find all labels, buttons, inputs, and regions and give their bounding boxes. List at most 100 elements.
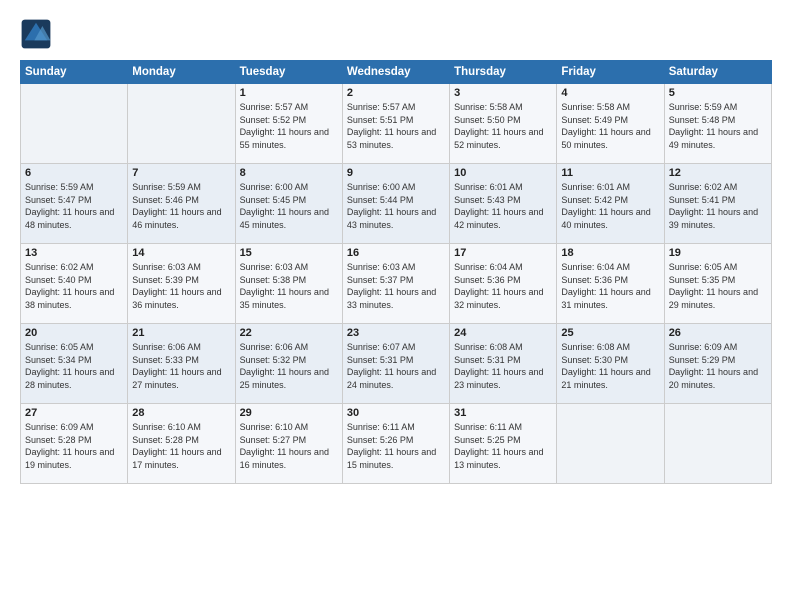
day-cell: 31 Sunrise: 6:11 AM Sunset: 5:25 PM Dayli… xyxy=(450,404,557,484)
day-cell: 23Sunrise: 6:07 AM Sunset: 5:31 PM Dayli… xyxy=(342,324,449,404)
day-cell xyxy=(557,404,664,484)
logo xyxy=(20,18,56,50)
logo-icon xyxy=(20,18,52,50)
day-number: 19 xyxy=(669,247,767,259)
day-cell: 26 Sunrise: 6:09 AM Sunset: 5:29 PM Dayli… xyxy=(664,324,771,404)
day-number: 25 xyxy=(561,327,659,339)
day-info: Sunrise: 5:58 AM Sunset: 5:50 PM Dayligh… xyxy=(454,101,552,151)
col-header-thursday: Thursday xyxy=(450,61,557,84)
day-cell: 22Sunrise: 6:06 AM Sunset: 5:32 PM Dayli… xyxy=(235,324,342,404)
day-cell: 19 Sunrise: 6:05 AM Sunset: 5:35 PM Dayli… xyxy=(664,244,771,324)
day-info: Sunrise: 6:01 AM Sunset: 5:43 PM Dayligh… xyxy=(454,181,552,231)
page: SundayMondayTuesdayWednesdayThursdayFrid… xyxy=(0,0,792,612)
day-info: Sunrise: 6:06 AM Sunset: 5:33 PM Dayligh… xyxy=(132,341,230,391)
week-row-5: 27 Sunrise: 6:09 AM Sunset: 5:28 PM Dayli… xyxy=(21,404,772,484)
header xyxy=(20,18,772,50)
col-header-sunday: Sunday xyxy=(21,61,128,84)
day-number: 11 xyxy=(561,167,659,179)
day-info: Sunrise: 6:03 AM Sunset: 5:38 PM Dayligh… xyxy=(240,261,338,311)
day-number: 26 xyxy=(669,327,767,339)
day-number: 7 xyxy=(132,167,230,179)
day-number: 16 xyxy=(347,247,445,259)
day-cell xyxy=(128,84,235,164)
day-cell: 6Sunrise: 5:59 AM Sunset: 5:47 PM Daylig… xyxy=(21,164,128,244)
day-info: Sunrise: 6:00 AM Sunset: 5:45 PM Dayligh… xyxy=(240,181,338,231)
day-cell: 14Sunrise: 6:03 AM Sunset: 5:39 PM Dayli… xyxy=(128,244,235,324)
day-cell: 16 Sunrise: 6:03 AM Sunset: 5:37 PM Dayli… xyxy=(342,244,449,324)
day-number: 21 xyxy=(132,327,230,339)
day-number: 17 xyxy=(454,247,552,259)
day-cell: 9Sunrise: 6:00 AM Sunset: 5:44 PM Daylig… xyxy=(342,164,449,244)
day-info: Sunrise: 6:11 AM Sunset: 5:26 PM Dayligh… xyxy=(347,421,445,471)
day-number: 3 xyxy=(454,87,552,99)
day-number: 5 xyxy=(669,87,767,99)
day-info: Sunrise: 6:02 AM Sunset: 5:40 PM Dayligh… xyxy=(25,261,123,311)
day-cell: 1 Sunrise: 5:57 AM Sunset: 5:52 PM Daylig… xyxy=(235,84,342,164)
day-cell: 20 Sunrise: 6:05 AM Sunset: 5:34 PM Dayli… xyxy=(21,324,128,404)
col-header-wednesday: Wednesday xyxy=(342,61,449,84)
week-row-3: 13 Sunrise: 6:02 AM Sunset: 5:40 PM Dayli… xyxy=(21,244,772,324)
day-number: 28 xyxy=(132,407,230,419)
day-info: Sunrise: 6:03 AM Sunset: 5:37 PM Dayligh… xyxy=(347,261,445,311)
day-cell xyxy=(664,404,771,484)
day-cell: 11 Sunrise: 6:01 AM Sunset: 5:42 PM Dayli… xyxy=(557,164,664,244)
day-cell: 30 Sunrise: 6:11 AM Sunset: 5:26 PM Dayli… xyxy=(342,404,449,484)
day-info: Sunrise: 6:01 AM Sunset: 5:42 PM Dayligh… xyxy=(561,181,659,231)
day-cell: 5 Sunrise: 5:59 AM Sunset: 5:48 PM Daylig… xyxy=(664,84,771,164)
day-info: Sunrise: 6:07 AM Sunset: 5:31 PM Dayligh… xyxy=(347,341,445,391)
calendar-table: SundayMondayTuesdayWednesdayThursdayFrid… xyxy=(20,60,772,484)
day-cell: 18Sunrise: 6:04 AM Sunset: 5:36 PM Dayli… xyxy=(557,244,664,324)
day-cell xyxy=(21,84,128,164)
day-cell: 7 Sunrise: 5:59 AM Sunset: 5:46 PM Daylig… xyxy=(128,164,235,244)
day-cell: 10 Sunrise: 6:01 AM Sunset: 5:43 PM Dayli… xyxy=(450,164,557,244)
day-info: Sunrise: 5:57 AM Sunset: 5:52 PM Dayligh… xyxy=(240,101,338,151)
col-header-monday: Monday xyxy=(128,61,235,84)
day-info: Sunrise: 5:58 AM Sunset: 5:49 PM Dayligh… xyxy=(561,101,659,151)
day-number: 13 xyxy=(25,247,123,259)
day-number: 30 xyxy=(347,407,445,419)
day-number: 14 xyxy=(132,247,230,259)
day-cell: 12 Sunrise: 6:02 AM Sunset: 5:41 PM Dayli… xyxy=(664,164,771,244)
day-cell: 17 Sunrise: 6:04 AM Sunset: 5:36 PM Dayli… xyxy=(450,244,557,324)
day-number: 12 xyxy=(669,167,767,179)
week-row-1: 1 Sunrise: 5:57 AM Sunset: 5:52 PM Daylig… xyxy=(21,84,772,164)
day-info: Sunrise: 6:05 AM Sunset: 5:34 PM Dayligh… xyxy=(25,341,123,391)
day-cell: 25 Sunrise: 6:08 AM Sunset: 5:30 PM Dayli… xyxy=(557,324,664,404)
day-cell: 15Sunrise: 6:03 AM Sunset: 5:38 PM Dayli… xyxy=(235,244,342,324)
day-number: 24 xyxy=(454,327,552,339)
day-cell: 28 Sunrise: 6:10 AM Sunset: 5:28 PM Dayli… xyxy=(128,404,235,484)
day-cell: 4Sunrise: 5:58 AM Sunset: 5:49 PM Daylig… xyxy=(557,84,664,164)
day-number: 22 xyxy=(240,327,338,339)
day-cell: 3 Sunrise: 5:58 AM Sunset: 5:50 PM Daylig… xyxy=(450,84,557,164)
day-number: 20 xyxy=(25,327,123,339)
day-info: Sunrise: 6:00 AM Sunset: 5:44 PM Dayligh… xyxy=(347,181,445,231)
day-number: 18 xyxy=(561,247,659,259)
day-cell: 2 Sunrise: 5:57 AM Sunset: 5:51 PM Daylig… xyxy=(342,84,449,164)
col-header-friday: Friday xyxy=(557,61,664,84)
day-info: Sunrise: 6:08 AM Sunset: 5:30 PM Dayligh… xyxy=(561,341,659,391)
day-cell: 24Sunrise: 6:08 AM Sunset: 5:31 PM Dayli… xyxy=(450,324,557,404)
day-info: Sunrise: 6:05 AM Sunset: 5:35 PM Dayligh… xyxy=(669,261,767,311)
day-number: 27 xyxy=(25,407,123,419)
col-header-tuesday: Tuesday xyxy=(235,61,342,84)
day-info: Sunrise: 5:59 AM Sunset: 5:46 PM Dayligh… xyxy=(132,181,230,231)
day-number: 1 xyxy=(240,87,338,99)
day-number: 2 xyxy=(347,87,445,99)
day-number: 6 xyxy=(25,167,123,179)
day-info: Sunrise: 6:09 AM Sunset: 5:29 PM Dayligh… xyxy=(669,341,767,391)
day-info: Sunrise: 5:59 AM Sunset: 5:48 PM Dayligh… xyxy=(669,101,767,151)
day-cell: 8 Sunrise: 6:00 AM Sunset: 5:45 PM Daylig… xyxy=(235,164,342,244)
day-number: 31 xyxy=(454,407,552,419)
day-info: Sunrise: 6:04 AM Sunset: 5:36 PM Dayligh… xyxy=(454,261,552,311)
day-cell: 21 Sunrise: 6:06 AM Sunset: 5:33 PM Dayli… xyxy=(128,324,235,404)
day-info: Sunrise: 6:10 AM Sunset: 5:27 PM Dayligh… xyxy=(240,421,338,471)
day-info: Sunrise: 6:02 AM Sunset: 5:41 PM Dayligh… xyxy=(669,181,767,231)
day-info: Sunrise: 6:09 AM Sunset: 5:28 PM Dayligh… xyxy=(25,421,123,471)
day-number: 10 xyxy=(454,167,552,179)
day-number: 8 xyxy=(240,167,338,179)
week-row-2: 6Sunrise: 5:59 AM Sunset: 5:47 PM Daylig… xyxy=(21,164,772,244)
col-header-saturday: Saturday xyxy=(664,61,771,84)
day-info: Sunrise: 6:11 AM Sunset: 5:25 PM Dayligh… xyxy=(454,421,552,471)
day-info: Sunrise: 6:10 AM Sunset: 5:28 PM Dayligh… xyxy=(132,421,230,471)
day-info: Sunrise: 5:57 AM Sunset: 5:51 PM Dayligh… xyxy=(347,101,445,151)
